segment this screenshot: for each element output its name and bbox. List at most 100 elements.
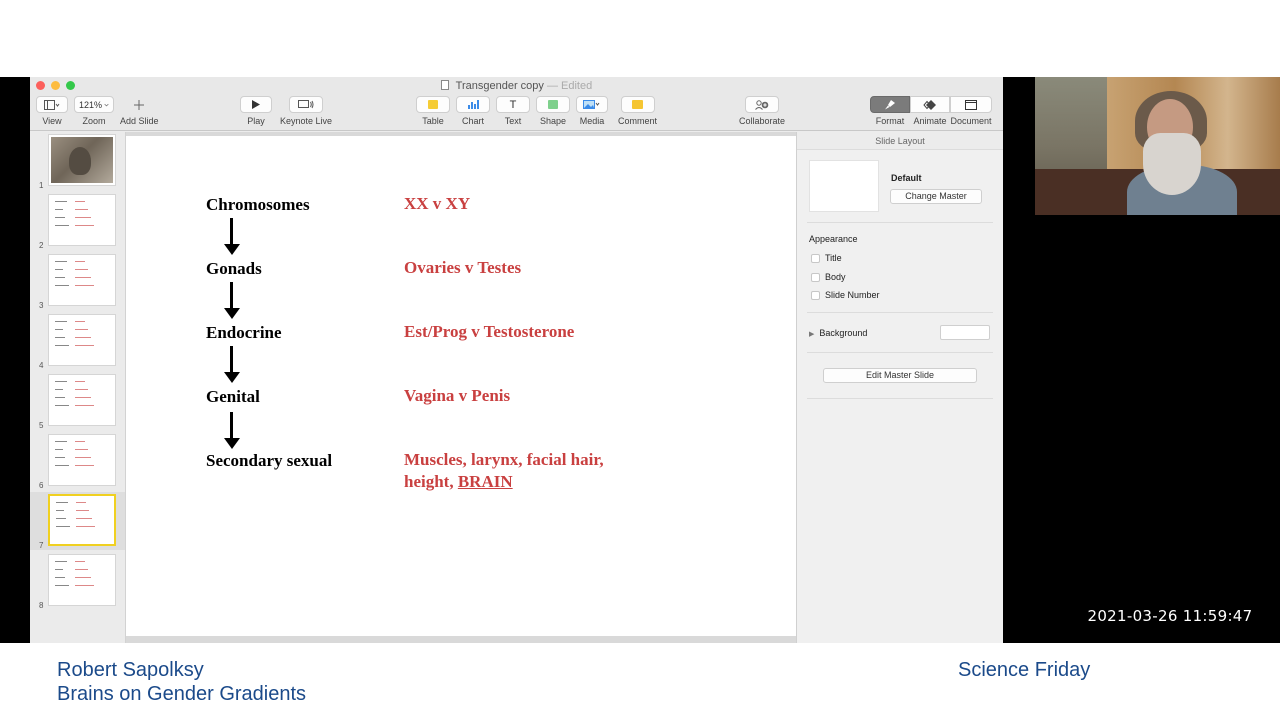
slide-thumbnail[interactable] (48, 134, 116, 186)
slide-thumbnail-row[interactable]: 2 (30, 192, 125, 250)
thumbnail-text-line (55, 397, 65, 398)
slide-thumbnail[interactable] (48, 554, 116, 606)
slide-number-checkbox[interactable] (811, 290, 820, 300)
slide-number: 5 (39, 421, 44, 430)
title-checkbox[interactable] (811, 253, 820, 263)
table-label: Table (422, 116, 444, 126)
format-tab[interactable] (870, 96, 910, 113)
layout-thumbnail[interactable] (809, 160, 879, 212)
slide-thumbnail-row[interactable]: 5 (30, 372, 125, 430)
zoom-label: Zoom (82, 116, 106, 126)
slide-number-checkbox-row[interactable]: Slide Number (811, 290, 880, 300)
slide-canvas-area: Chromosomes XX v XY Gonads Ovaries v Tes… (126, 132, 796, 643)
collaborate-button[interactable] (745, 96, 780, 113)
slide-thumbnail-row[interactable]: 6 (30, 432, 125, 490)
insert-chart[interactable]: Chart (456, 96, 490, 126)
down-arrow-icon (224, 412, 240, 449)
text-button[interactable]: T (496, 96, 530, 113)
thumbnail-text-line (75, 381, 85, 382)
play-button[interactable] (240, 96, 272, 113)
thumbnail-text-line (75, 337, 91, 338)
edit-master-slide-button[interactable]: Edit Master Slide (823, 368, 977, 383)
add-slide-label: Add Slide (120, 116, 159, 126)
slide-thumbnail-row[interactable]: 1 (30, 132, 125, 190)
document-name: Transgender copy (455, 80, 544, 92)
slide-navigator[interactable]: 1 2 3 4 5 6 7 8 (30, 132, 126, 643)
title-checkbox-row[interactable]: Title (811, 253, 842, 263)
slide-thumbnail[interactable] (48, 194, 116, 246)
comment-icon (632, 100, 643, 109)
shape-label: Shape (539, 116, 567, 126)
body-checkbox[interactable] (811, 272, 820, 282)
collaborate[interactable]: Collaborate (739, 96, 785, 126)
table-button[interactable] (416, 96, 450, 113)
thumbnail-text-line (75, 269, 88, 270)
window-titlebar[interactable]: Transgender copy — Edited (30, 77, 1003, 95)
thumbnail-text-line (56, 502, 68, 503)
stage-value: Ovaries v Testes (404, 258, 522, 277)
thumbnail-text-line (76, 526, 95, 527)
slide-thumbnail-row[interactable]: 3 (30, 252, 125, 310)
thumbnail-text-line (75, 465, 94, 466)
thumbnail-text-line (75, 321, 85, 322)
slide-thumbnail-row[interactable]: 8 (30, 552, 125, 610)
animate-tab[interactable] (910, 96, 950, 113)
zoom-value: 121% (79, 99, 103, 110)
insert-comment[interactable]: Comment (618, 96, 657, 126)
chart-button[interactable] (456, 96, 490, 113)
add-slide[interactable]: Add Slide (120, 96, 159, 126)
thumbnail-text-line (56, 526, 70, 527)
speaker-name-caption: Robert Sapolksy (57, 659, 204, 681)
comment-button[interactable] (620, 96, 655, 113)
keynote-live-label: Keynote Live (280, 116, 333, 126)
slide-canvas[interactable]: Chromosomes XX v XY Gonads Ovaries v Tes… (126, 136, 796, 636)
slide-number: 8 (39, 601, 44, 610)
keynote-live-button[interactable] (289, 96, 324, 113)
stage-label: Genital (206, 387, 260, 406)
insert-shape[interactable]: Shape (536, 96, 570, 126)
add-slide-button[interactable] (120, 96, 158, 113)
document-label: Document (950, 116, 992, 126)
slide-number: 2 (39, 241, 44, 250)
slide-thumbnail[interactable] (48, 374, 116, 426)
body-checkbox-row[interactable]: Body (811, 272, 846, 282)
format-label: Format (875, 116, 905, 126)
stage-value: Vagina v Penis (404, 386, 511, 405)
thumbnail-text-line (55, 217, 65, 218)
background-color-well[interactable] (940, 325, 990, 340)
people-icon (755, 99, 769, 110)
thumbnail-text-line (75, 217, 91, 218)
thumbnail-text-line (55, 261, 67, 262)
change-master-button[interactable]: Change Master (890, 189, 982, 204)
view-menu[interactable]: View (36, 96, 68, 126)
media-button[interactable] (576, 96, 608, 113)
insert-media[interactable]: Media (576, 96, 608, 126)
keynote-live[interactable]: Keynote Live (280, 96, 332, 126)
insert-text[interactable]: T Text (496, 96, 530, 126)
slide-thumbnail-row[interactable]: 7 (30, 492, 125, 550)
zoom-select[interactable]: 121% (74, 96, 114, 113)
thumbnail-text-line (76, 502, 86, 503)
slide-thumbnail-row[interactable]: 4 (30, 312, 125, 370)
slide-thumbnail[interactable] (48, 314, 116, 366)
inspector-header: Slide Layout (797, 132, 1003, 150)
play[interactable]: Play (240, 96, 272, 126)
brand-caption: Science Friday (958, 659, 1091, 681)
zoom-menu[interactable]: 121% Zoom (74, 96, 114, 126)
document-icon (440, 80, 449, 90)
slide-thumbnail[interactable] (48, 434, 116, 486)
slide-thumbnail[interactable] (48, 494, 116, 546)
text-icon: T (509, 98, 517, 111)
episode-title-caption: Brains on Gender Gradients (57, 683, 307, 705)
document-tab[interactable] (950, 96, 992, 113)
thumbnail-text-line (75, 577, 91, 578)
thumbnail-text-line (75, 285, 94, 286)
thumbnail-text-line (56, 518, 66, 519)
down-arrow-icon (224, 282, 240, 319)
slide-thumbnail[interactable] (48, 254, 116, 306)
view-button[interactable] (36, 96, 68, 113)
background-disclosure[interactable]: ▶ Background (809, 328, 867, 338)
shape-button[interactable] (536, 96, 570, 113)
insert-table[interactable]: Table (416, 96, 450, 126)
recording-timestamp: 2021-03-26 11:59:47 (1087, 607, 1253, 625)
